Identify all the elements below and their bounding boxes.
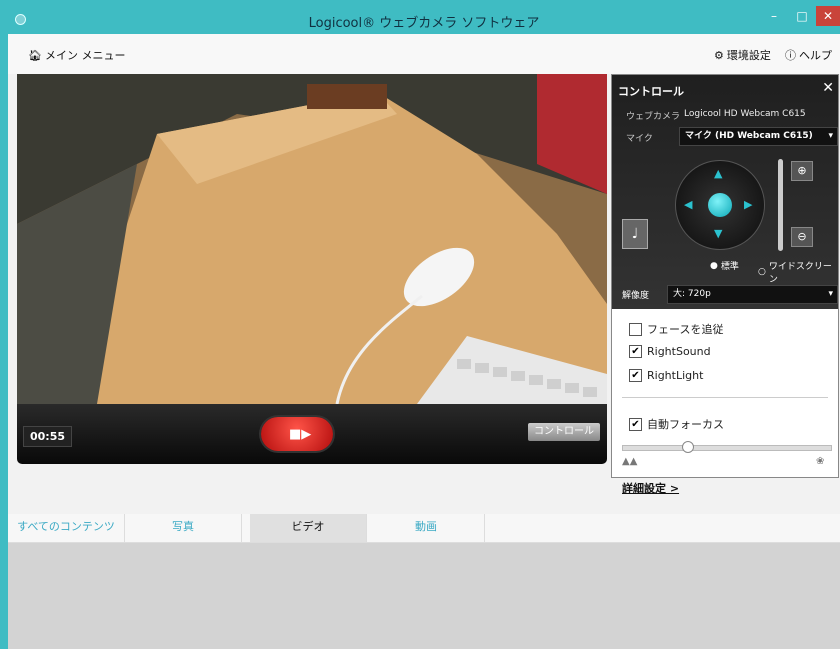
webcam-label: ウェブカメラ [626,112,681,122]
maximize-button[interactable]: □ [788,6,816,26]
aspect-wide-label: ワイドスクリーン [768,262,832,285]
focus-slider-knob[interactable] [682,441,695,453]
face-tracking-label: フェースを追従 [647,323,724,336]
checkbox-checked-icon: ✔ [629,417,642,431]
video-control-bar: 00:55 ■▶ コントロール [17,404,607,464]
help-icon: ⓘ [785,49,796,62]
help-label: ヘルプ [799,49,832,62]
mic-label: マイク [626,134,653,144]
rightlight-label: RightLight [647,369,704,382]
chevron-down-icon: ▾ [828,289,833,299]
aspect-wide-option[interactable]: ○ ワイドスクリーン [758,259,838,285]
zoom-in-icon[interactable]: ⊕ [791,161,813,181]
gear-icon: ⚙ [714,48,724,62]
webcam-value: Logicool HD Webcam C615 [684,109,806,119]
window-title: Logicool® ウェブカメラ ソフトウェア [308,16,540,31]
settings-link[interactable]: ⚙ 環境設定 [714,47,771,63]
rightsound-checkbox[interactable]: ✔ RightSound [629,345,711,358]
autofocus-checkbox[interactable]: ✔ 自動フォーカス [629,416,724,432]
aspect-standard-label: 標準 [720,262,739,272]
main-menu-link[interactable]: 🏠︎ メイン メニュー [28,47,125,63]
title-bar[interactable]: Logicool® ウェブカメラ ソフトウェア – □ ✕ [8,6,840,34]
close-icon[interactable]: ✕ [822,80,834,96]
mic-dropdown-value: マイク (HD Webcam C615) [685,131,813,141]
radio-selected-icon: ● [710,260,718,271]
checkbox-checked-icon: ✔ [629,369,642,382]
checkbox-unchecked-icon [629,322,642,336]
minimize-button[interactable]: – [760,6,788,26]
rightlight-checkbox[interactable]: ✔ RightLight [629,369,703,382]
tab-video[interactable]: ビデオ [250,514,367,542]
record-button[interactable]: ■▶ [261,417,333,451]
pan-center-button[interactable] [708,193,732,217]
mic-dropdown[interactable]: マイク (HD Webcam C615) ▾ [679,127,838,146]
pan-down-icon[interactable]: ▼ [714,227,722,240]
advanced-settings-link[interactable]: 詳細設定 > [622,480,679,496]
main-menu-label: メイン メニュー [44,49,126,62]
flower-icon: ❀ [816,456,825,467]
resolution-value: 大: 720p [673,289,711,299]
aspect-standard-option[interactable]: ● 標準 [710,259,739,273]
zoom-slider[interactable] [778,159,783,251]
pan-left-icon[interactable]: ◀ [684,198,692,211]
radio-unselected-icon: ○ [758,267,766,277]
divider [622,397,828,398]
home-icon: 🏠︎ [28,48,42,62]
tab-photos[interactable]: 写真 [125,514,242,542]
microphone-icon[interactable]: ♩ [622,219,648,249]
tab-movies[interactable]: 動画 [368,514,485,542]
close-button[interactable]: ✕ [816,6,840,26]
controls-title: コントロール [618,85,684,98]
content-tabs: すべてのコンテンツ 写真 ビデオ 動画 [8,514,840,543]
controls-panel: コントロール ✕ ウェブカメラ Logicool HD Webcam C615 … [611,74,839,495]
video-camera-icon: ■▶ [289,427,312,442]
tab-all-content[interactable]: すべてのコンテンツ [8,514,125,542]
camera-preview [17,74,607,404]
pan-right-icon[interactable]: ▶ [744,198,752,211]
checkbox-checked-icon: ✔ [629,345,642,358]
rightsound-label: RightSound [647,345,711,358]
pan-tilt-dpad[interactable]: ▲ ▼ ◀ ▶ [675,160,765,250]
chevron-down-icon: ▾ [828,131,833,141]
settings-label: 環境設定 [726,49,771,62]
help-link[interactable]: ⓘ ヘルプ [785,47,832,63]
face-tracking-checkbox[interactable]: フェースを追従 [629,321,723,337]
controls-toggle-button[interactable]: コントロール [528,423,600,441]
camera-feed-image [17,74,607,404]
resolution-dropdown[interactable]: 大: 720p ▾ [667,285,838,304]
autofocus-label: 自動フォーカス [647,418,724,431]
zoom-out-icon[interactable]: ⊖ [791,227,813,247]
pan-up-icon[interactable]: ▲ [714,167,722,180]
elapsed-time: 00:55 [23,426,73,447]
focus-slider[interactable] [622,441,832,453]
mountain-icon: ▲▲ [622,456,638,467]
resolution-label: 解像度 [622,291,650,301]
content-area [8,543,840,649]
controls-header: コントロール ✕ ウェブカメラ Logicool HD Webcam C615 … [612,75,838,309]
menu-bar: 🏠︎ メイン メニュー ⚙ 環境設定 ⓘ ヘルプ [8,34,840,74]
app-window: Logicool® ウェブカメラ ソフトウェア – □ ✕ 🏠︎ メイン メニュ… [8,6,840,649]
